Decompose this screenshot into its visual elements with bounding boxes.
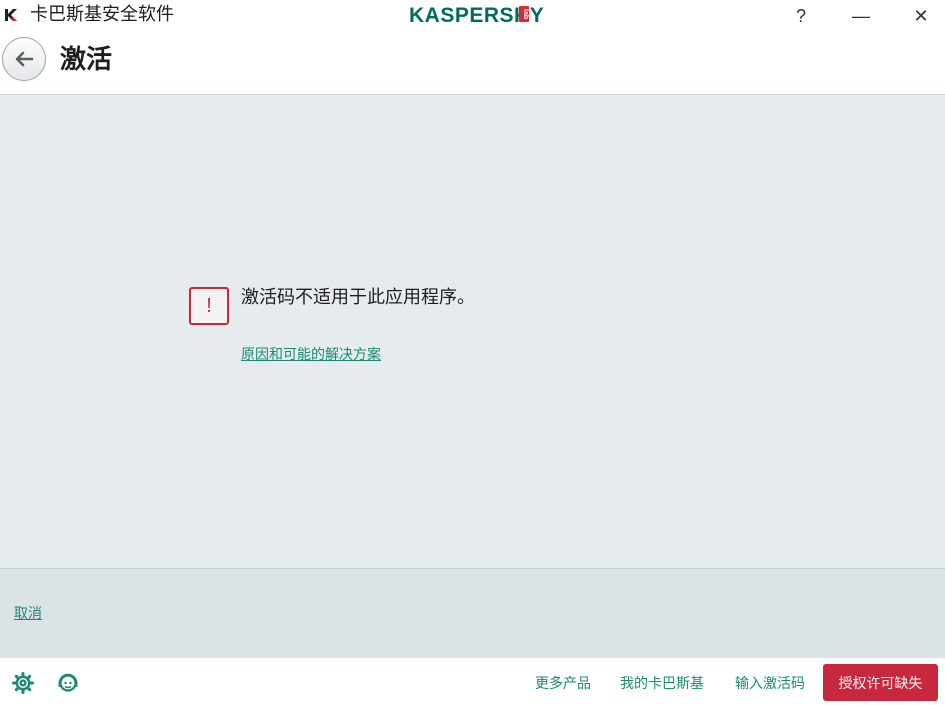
back-button[interactable] xyxy=(2,37,46,81)
arrow-left-icon xyxy=(15,51,34,67)
brand-lab-badge: lab xyxy=(519,6,529,22)
support-agent-icon[interactable] xyxy=(57,672,79,694)
enter-activation-code-link[interactable]: 输入激活码 xyxy=(735,674,805,694)
footer: 更多产品 我的卡巴斯基 输入激活码 授权许可缺失 xyxy=(0,658,945,705)
reason-solution-link[interactable]: 原因和可能的解决方案 xyxy=(241,345,381,365)
warning-icon: ! xyxy=(189,287,229,325)
minimize-icon: — xyxy=(852,5,870,26)
exclamation-glyph: ! xyxy=(206,294,212,317)
main-content: ! 激活码不适用于此应用程序。 原因和可能的解决方案 xyxy=(0,94,945,568)
page-header: 激活 xyxy=(0,32,945,94)
minimize-button[interactable]: — xyxy=(838,0,884,32)
settings-gear-icon[interactable] xyxy=(12,672,34,694)
more-products-link[interactable]: 更多产品 xyxy=(535,674,591,694)
help-button[interactable]: ? xyxy=(778,0,824,32)
action-bar: 取消 xyxy=(0,568,945,658)
cancel-link[interactable]: 取消 xyxy=(14,604,42,624)
kaspersky-logo-icon xyxy=(5,9,17,21)
close-icon: ✕ xyxy=(913,5,929,26)
license-missing-button[interactable]: 授权许可缺失 xyxy=(823,664,938,701)
license-missing-label: 授权许可缺失 xyxy=(838,675,923,692)
app-title: 卡巴斯基安全软件 xyxy=(30,4,174,25)
error-message: 激活码不适用于此应用程序。 xyxy=(241,287,475,308)
title-bar: 卡巴斯基安全软件 KASPERSKY lab ? — ✕ xyxy=(0,0,945,32)
page-title: 激活 xyxy=(60,45,113,75)
help-icon: ? xyxy=(795,5,806,26)
my-kaspersky-link[interactable]: 我的卡巴斯基 xyxy=(620,674,704,694)
close-button[interactable]: ✕ xyxy=(898,0,944,32)
